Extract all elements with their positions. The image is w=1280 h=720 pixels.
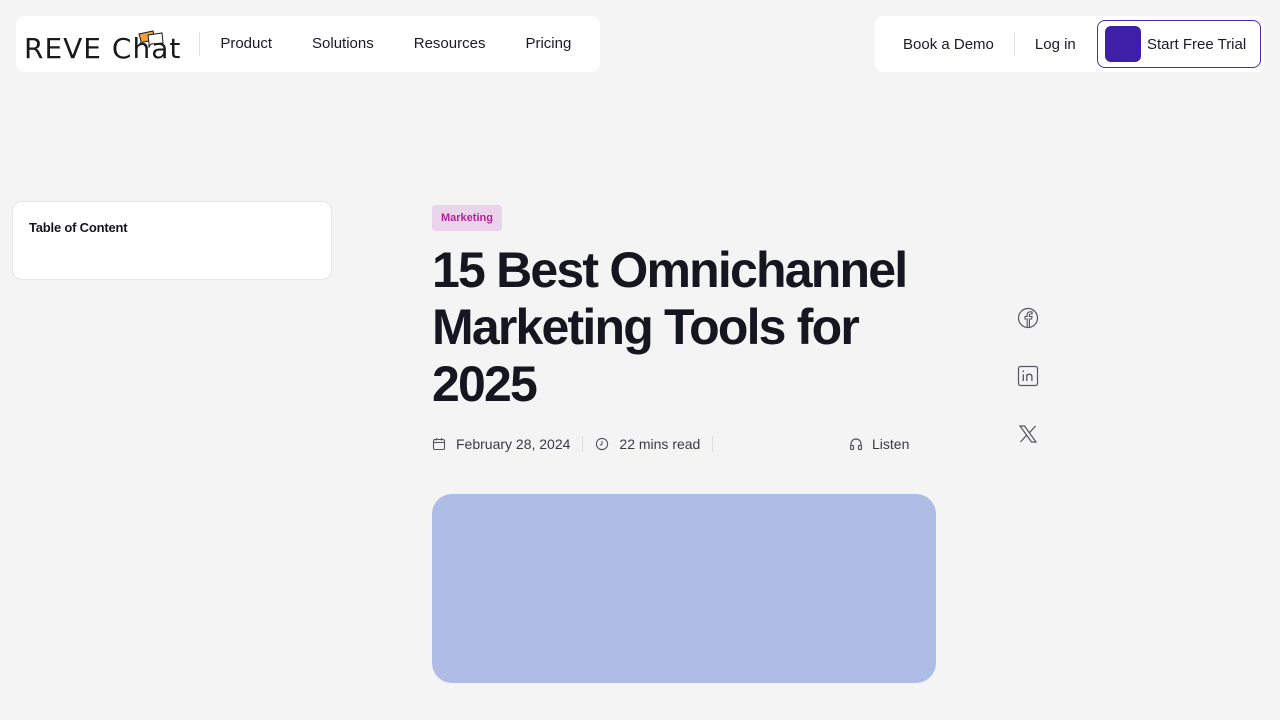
- nav-solutions[interactable]: Solutions: [292, 16, 394, 72]
- listen-button[interactable]: Listen: [849, 432, 909, 456]
- read-time: 22 mins read: [619, 436, 701, 452]
- top-nav-bar: REVE Chat Product Solutions Resources Pr…: [16, 16, 600, 72]
- linkedin-icon: [1017, 365, 1039, 387]
- meta-divider: [712, 436, 714, 452]
- book-demo-link[interactable]: Book a Demo: [875, 36, 1014, 53]
- table-of-content-panel[interactable]: Table of Content: [12, 201, 332, 280]
- toc-title: Table of Content: [29, 220, 128, 235]
- top-actions-bar: Book a Demo Log in Start Free Trial: [875, 16, 1264, 72]
- trial-button-icon: [1105, 26, 1141, 62]
- hero-image-placeholder: [432, 494, 936, 683]
- x-share-button[interactable]: [1016, 422, 1040, 446]
- calendar-icon: [432, 438, 446, 451]
- linkedin-share-button[interactable]: [1016, 364, 1040, 388]
- page: REVE Chat Product Solutions Resources Pr…: [0, 0, 1280, 720]
- facebook-share-button[interactable]: [1016, 306, 1040, 330]
- listen-label: Listen: [872, 436, 910, 452]
- trial-button-label: Start Free Trial: [1147, 35, 1247, 53]
- nav-divider: [199, 32, 201, 56]
- nav-pricing[interactable]: Pricing: [505, 16, 591, 72]
- nav-resources[interactable]: Resources: [394, 16, 506, 72]
- reve-chat-logo[interactable]: REVE Chat: [24, 24, 181, 64]
- facebook-icon: [1017, 307, 1039, 329]
- x-icon: [1018, 425, 1038, 443]
- clock-icon: [596, 437, 609, 451]
- nav-product[interactable]: Product: [210, 16, 292, 72]
- article-title: 15 Best Omnichannel Marketing Tools for …: [432, 242, 908, 412]
- start-free-trial-button[interactable]: Start Free Trial: [1097, 20, 1261, 68]
- login-link[interactable]: Log in: [1015, 36, 1096, 53]
- chat-bubbles-logo-mark: [138, 30, 164, 48]
- headphones-icon: [849, 438, 863, 451]
- meta-divider: [582, 436, 584, 452]
- category-tag[interactable]: Marketing: [432, 205, 502, 231]
- publish-date: February 28, 2024: [456, 436, 571, 452]
